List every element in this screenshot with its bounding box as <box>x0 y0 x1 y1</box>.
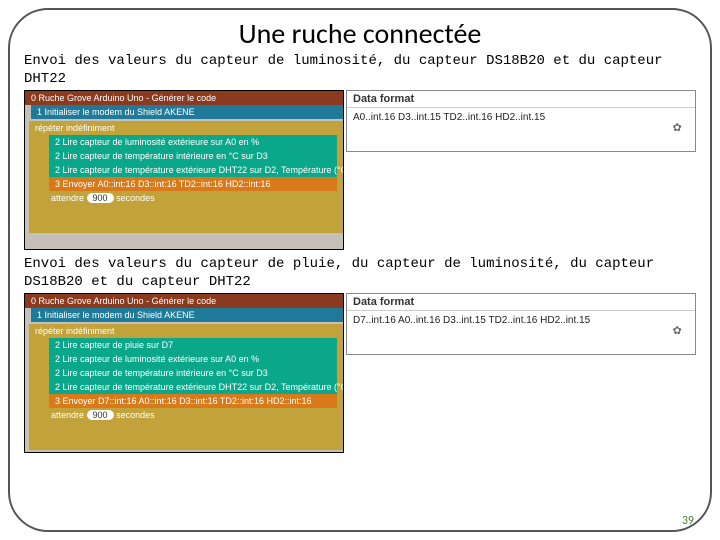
data-format-line: A0..int.16 D3..int.15 TD2..int.16 HD2..i… <box>353 112 545 123</box>
data-format-title: Data format <box>347 294 695 311</box>
block-init: 1 Initialiser le modem du Shield AKENE <box>31 308 343 322</box>
data-format-body: A0..int.16 D3..int.15 TD2..int.16 HD2..i… <box>347 108 695 156</box>
block-read: 2 Lire capteur de luminosité extérieure … <box>49 135 337 149</box>
gear-icon[interactable]: ✿ <box>673 322 687 336</box>
wait-post: secondes <box>116 193 155 203</box>
block-read: 2 Lire capteur de pluie sur D7 <box>49 338 337 352</box>
block-code-1: 0 Ruche Grove Arduino Uno - Générer le c… <box>24 90 344 250</box>
screenshot-2: 0 Ruche Grove Arduino Uno - Générer le c… <box>24 293 696 453</box>
block-repeat: répéter indéfiniment 2 Lire capteur de l… <box>29 121 343 233</box>
wait-post: secondes <box>116 410 155 420</box>
data-format-panel-1: Data format A0..int.16 D3..int.15 TD2..i… <box>346 90 696 152</box>
description-2: Envoi des valeurs du capteur de pluie, d… <box>24 256 696 291</box>
gear-icon[interactable]: ✿ <box>673 119 687 133</box>
block-read: 2 Lire capteur de température extérieure… <box>49 380 337 394</box>
block-read: 2 Lire capteur de température intérieure… <box>49 366 337 380</box>
description-1: Envoi des valeurs du capteur de luminosi… <box>24 53 696 88</box>
repeat-label: répéter indéfiniment <box>35 123 115 133</box>
block-init: 1 Initialiser le modem du Shield AKENE <box>31 105 343 119</box>
wait-pre: attendre <box>51 193 84 203</box>
block-send: 3 Envoyer D7::int:16 A0::int:16 D3::int:… <box>49 394 337 408</box>
block-header: 0 Ruche Grove Arduino Uno - Générer le c… <box>25 91 343 105</box>
wait-pre: attendre <box>51 410 84 420</box>
data-format-title: Data format <box>347 91 695 108</box>
data-format-line: D7..int.16 A0..int.16 D3..int.15 TD2..in… <box>353 315 590 326</box>
repeat-label: répéter indéfiniment <box>35 326 115 336</box>
block-send: 3 Envoyer A0::int:16 D3::int:16 TD2::int… <box>49 177 337 191</box>
block-code-2: 0 Ruche Grove Arduino Uno - Générer le c… <box>24 293 344 453</box>
block-read: 2 Lire capteur de température extérieure… <box>49 163 337 177</box>
block-read: 2 Lire capteur de température intérieure… <box>49 149 337 163</box>
page-title: Une ruche connectée <box>24 16 696 51</box>
block-repeat: répéter indéfiniment 2 Lire capteur de p… <box>29 324 343 450</box>
block-wait: attendre 900 secondes <box>45 408 161 422</box>
slide-frame: Une ruche connectée Envoi des valeurs du… <box>8 8 712 532</box>
block-header: 0 Ruche Grove Arduino Uno - Générer le c… <box>25 294 343 308</box>
data-format-panel-2: Data format D7..int.16 A0..int.16 D3..in… <box>346 293 696 355</box>
block-read: 2 Lire capteur de luminosité extérieure … <box>49 352 337 366</box>
wait-value: 900 <box>87 193 114 203</box>
data-format-body: D7..int.16 A0..int.16 D3..int.15 TD2..in… <box>347 311 695 359</box>
screenshot-1: 0 Ruche Grove Arduino Uno - Générer le c… <box>24 90 696 250</box>
page-number: 39 <box>682 514 694 528</box>
wait-value: 900 <box>87 410 114 420</box>
block-wait: attendre 900 secondes <box>45 191 161 205</box>
